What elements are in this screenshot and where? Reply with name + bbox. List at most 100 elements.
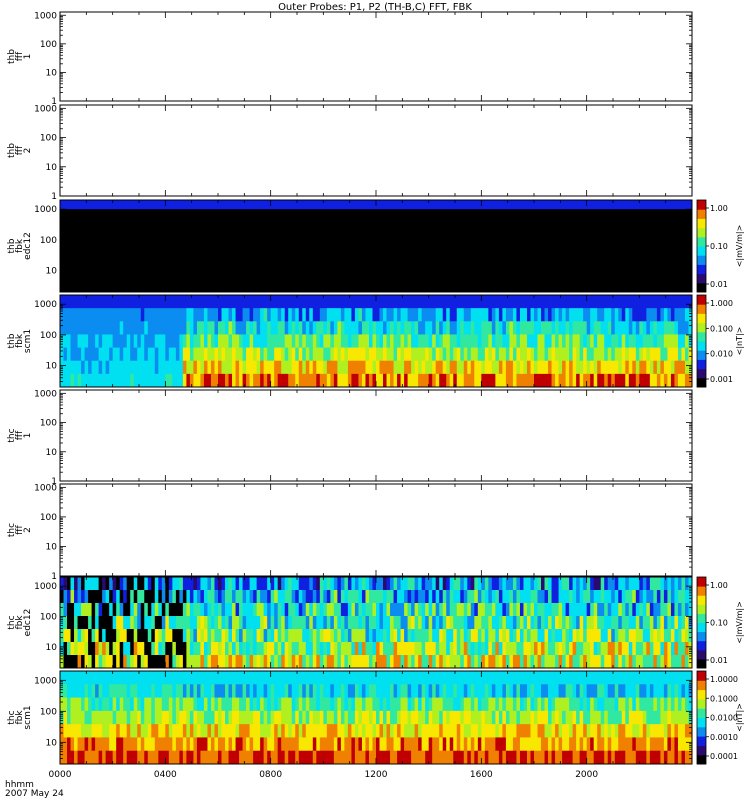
spectrogram-cell — [404, 671, 408, 685]
spectrogram-cell — [583, 684, 588, 698]
spectrogram-cell — [653, 295, 658, 309]
spectrogram-cell — [267, 710, 272, 725]
spectrogram-cell — [541, 642, 545, 656]
spectrogram-cell — [467, 295, 472, 309]
spectrogram-cell — [621, 629, 626, 643]
spectrogram-cell — [442, 737, 447, 752]
spectrogram-cell — [555, 590, 559, 604]
spectrogram-cell — [597, 590, 602, 604]
spectrogram-cell — [632, 629, 637, 643]
spectrogram-cell — [586, 750, 591, 765]
spectrogram-cell — [228, 684, 233, 698]
spectrogram-cell — [158, 750, 163, 765]
spectrogram-cell — [523, 590, 528, 604]
spectrogram-cell — [498, 308, 503, 322]
spectrogram-cell — [418, 347, 423, 362]
spectrogram-cell — [453, 321, 458, 335]
spectrogram-cell — [491, 697, 496, 712]
spectrogram-cell — [372, 642, 377, 656]
spectrogram-cell — [193, 577, 198, 591]
spectrogram-cell — [214, 590, 219, 604]
spectrogram-cell — [291, 710, 296, 725]
spectrogram-cell — [302, 697, 307, 712]
spectrogram-cell — [126, 671, 131, 685]
spectrogram-cell — [182, 308, 187, 322]
spectrogram-cell — [235, 321, 240, 335]
spectrogram-cell — [368, 684, 373, 698]
spectrogram-cell — [133, 616, 138, 630]
spectrogram-cell — [597, 321, 602, 335]
spectrogram-cell — [407, 373, 412, 388]
spectrogram-cell — [586, 697, 591, 712]
spectrogram-cell — [154, 577, 159, 591]
spectrogram-cell — [670, 321, 675, 335]
spectrogram-cell — [172, 750, 177, 765]
spectrogram-cell — [354, 334, 359, 348]
spectrogram-cell — [281, 590, 286, 604]
spectrogram-cell — [225, 373, 229, 388]
spectrogram-cell — [590, 577, 595, 591]
spectrogram-cell — [484, 321, 489, 335]
spectrogram-cell — [312, 321, 317, 335]
spectrogram-cell — [144, 360, 149, 375]
spectrogram-cell — [218, 603, 222, 617]
spectrogram-cell — [534, 671, 538, 685]
spectrogram-cell — [604, 308, 609, 322]
spectrogram-cell — [210, 684, 215, 698]
spectrogram-cell — [203, 629, 208, 643]
spectrogram-cell — [551, 737, 556, 752]
spectrogram-cell — [179, 308, 184, 322]
spectrogram-cell — [263, 360, 268, 375]
spectrogram-cell — [323, 603, 328, 617]
spectrogram-cell — [333, 671, 338, 685]
spectrogram-cell — [179, 750, 184, 765]
spectrogram-cell — [288, 684, 293, 698]
spectrogram-cell — [165, 308, 170, 322]
spectrogram-cell — [312, 655, 317, 669]
spectrogram-cell — [319, 334, 324, 348]
spectrogram-cell — [376, 642, 380, 656]
spectrogram-cell — [477, 629, 482, 643]
spectrogram-cell — [607, 321, 612, 335]
spectrogram-cell — [509, 373, 514, 388]
spectrogram-cell — [646, 590, 651, 604]
spectrogram-cell — [414, 321, 419, 335]
spectrogram-cell — [281, 629, 286, 643]
spectrogram-cell — [663, 603, 668, 617]
spectrogram-cell — [470, 334, 475, 348]
spectrogram-cell — [593, 684, 598, 698]
spectrogram-cell — [579, 373, 584, 388]
spectrogram-cell — [435, 724, 440, 738]
spectrogram-cell — [239, 642, 243, 656]
spectrogram-cell — [330, 590, 335, 604]
spectrogram-cell — [642, 616, 647, 630]
spectrogram-cell — [667, 697, 672, 712]
spectrogram-cell — [165, 590, 170, 604]
spectrogram-cell — [151, 642, 156, 656]
spectrogram-cell — [548, 308, 552, 322]
spectrogram-cell — [193, 642, 198, 656]
spectrogram-cell — [361, 724, 366, 738]
spectrogram-cell — [130, 360, 135, 375]
spectrogram-cell — [246, 347, 250, 362]
spectrogram-cell — [411, 373, 416, 388]
spectrogram-cell — [670, 710, 675, 725]
spectrogram-cell — [383, 724, 387, 738]
spectrogram-cell — [474, 629, 479, 643]
spectrogram-cell — [207, 642, 212, 656]
spectrogram-cell — [428, 697, 433, 712]
spectrogram-cell — [421, 737, 426, 752]
spectrogram-cell — [309, 655, 314, 669]
spectrogram-cell — [284, 308, 289, 322]
spectrogram-cell — [474, 577, 479, 591]
spectrogram-cell — [477, 603, 482, 617]
spectrogram-cell — [151, 308, 156, 322]
spectrogram-cell — [456, 616, 461, 630]
spectrogram-cell — [133, 655, 138, 669]
spectrogram-cell — [116, 334, 121, 348]
spectrogram-cell — [628, 360, 633, 375]
spectrogram-cell — [98, 684, 103, 698]
spectrogram-cell — [249, 577, 254, 591]
spectrogram-cell — [498, 655, 503, 669]
spectrogram-cell — [439, 373, 444, 388]
